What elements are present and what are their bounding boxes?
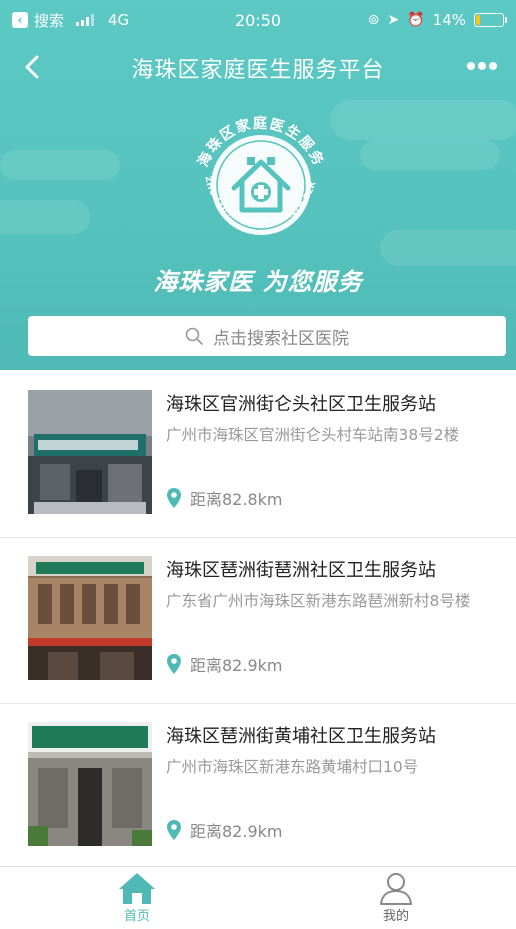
alarm-icon: ⏰: [407, 12, 425, 28]
cloud-decoration: [380, 230, 516, 266]
clinic-list-item[interactable]: 海珠区琶洲街琶洲社区卫生服务站 广东省广州市海珠区新港东路琶洲新村8号楼 距离8…: [0, 538, 516, 704]
slogan: 海珠家医 为您服务: [153, 268, 363, 296]
tab-mine[interactable]: 我的: [336, 871, 456, 924]
clinic-list-item[interactable]: 海珠区官洲街仑头社区卫生服务站 广州市海珠区官洲街仑头村车站南38号2楼 距离8…: [0, 372, 516, 538]
battery-icon: [474, 13, 507, 27]
page-title: 海珠区家庭医生服务平台: [131, 58, 385, 83]
tab-bar: 首页 我的: [0, 866, 516, 929]
clinic-distance: 距离82.8km: [190, 490, 283, 509]
rotation-lock-icon: ⊚: [367, 12, 380, 28]
location-arrow-icon: ➤: [387, 12, 400, 28]
clinic-photo: [28, 556, 152, 680]
cloud-decoration: [360, 140, 500, 170]
battery-percent: 14%: [432, 11, 466, 29]
header-banner: ‹ 搜索 4G 20:50 ⊚ ➤ ⏰ 14% 海珠区家庭医生服务平台 海珠区家…: [0, 0, 516, 370]
clinic-name: 海珠区琶洲街琶洲社区卫生服务站: [166, 560, 436, 581]
clinic-address: 广东省广州市海珠区新港东路琶洲新村8号楼: [166, 592, 471, 610]
clinic-distance: 距离82.9km: [190, 822, 283, 841]
tab-home-label: 首页: [123, 909, 150, 924]
clinic-list: 海珠区官洲街仑头社区卫生服务站 广州市海珠区官洲街仑头村车站南38号2楼 距离8…: [0, 372, 516, 870]
clinic-photo: [28, 722, 152, 846]
search-placeholder: 点击搜索社区医院: [213, 328, 349, 349]
clinic-name: 海珠区官洲街仑头社区卫生服务站: [166, 394, 436, 415]
user-icon: [380, 873, 412, 905]
status-bar: ‹ 搜索 4G 20:50 ⊚ ➤ ⏰ 14%: [0, 0, 516, 40]
cloud-decoration: [0, 200, 90, 234]
tab-mine-label: 我的: [382, 909, 409, 924]
cloud-decoration: [0, 150, 120, 180]
battery-level: [476, 15, 480, 25]
community-health-logo: 海珠区家庭医生服务 HAIZHU COMMUNITY HEALTH SERVIC…: [176, 100, 326, 235]
tab-home[interactable]: 首页: [77, 871, 197, 924]
clinic-address: 广州市海珠区新港东路黄埔村口10号: [166, 758, 419, 776]
clinic-name: 海珠区琶洲街黄埔社区卫生服务站: [166, 726, 436, 747]
clinic-address: 广州市海珠区官洲街仑头村车站南38号2楼: [166, 426, 460, 444]
clinic-distance: 距离82.9km: [190, 656, 283, 675]
more-icon[interactable]: [464, 54, 500, 78]
cloud-decoration: [330, 100, 516, 140]
home-icon: [119, 873, 155, 904]
location-pin-icon: [167, 488, 181, 508]
clinic-list-item[interactable]: 海珠区琶洲街黄埔社区卫生服务站 广州市海珠区新港东路黄埔村口10号 距离82.9…: [0, 704, 516, 870]
location-pin-icon: [167, 820, 181, 840]
location-pin-icon: [167, 654, 181, 674]
nav-bar: 海珠区家庭医生服务平台: [0, 44, 516, 92]
clinic-photo: [28, 390, 152, 514]
search-input[interactable]: 点击搜索社区医院: [28, 316, 506, 356]
search-icon: [185, 327, 203, 345]
